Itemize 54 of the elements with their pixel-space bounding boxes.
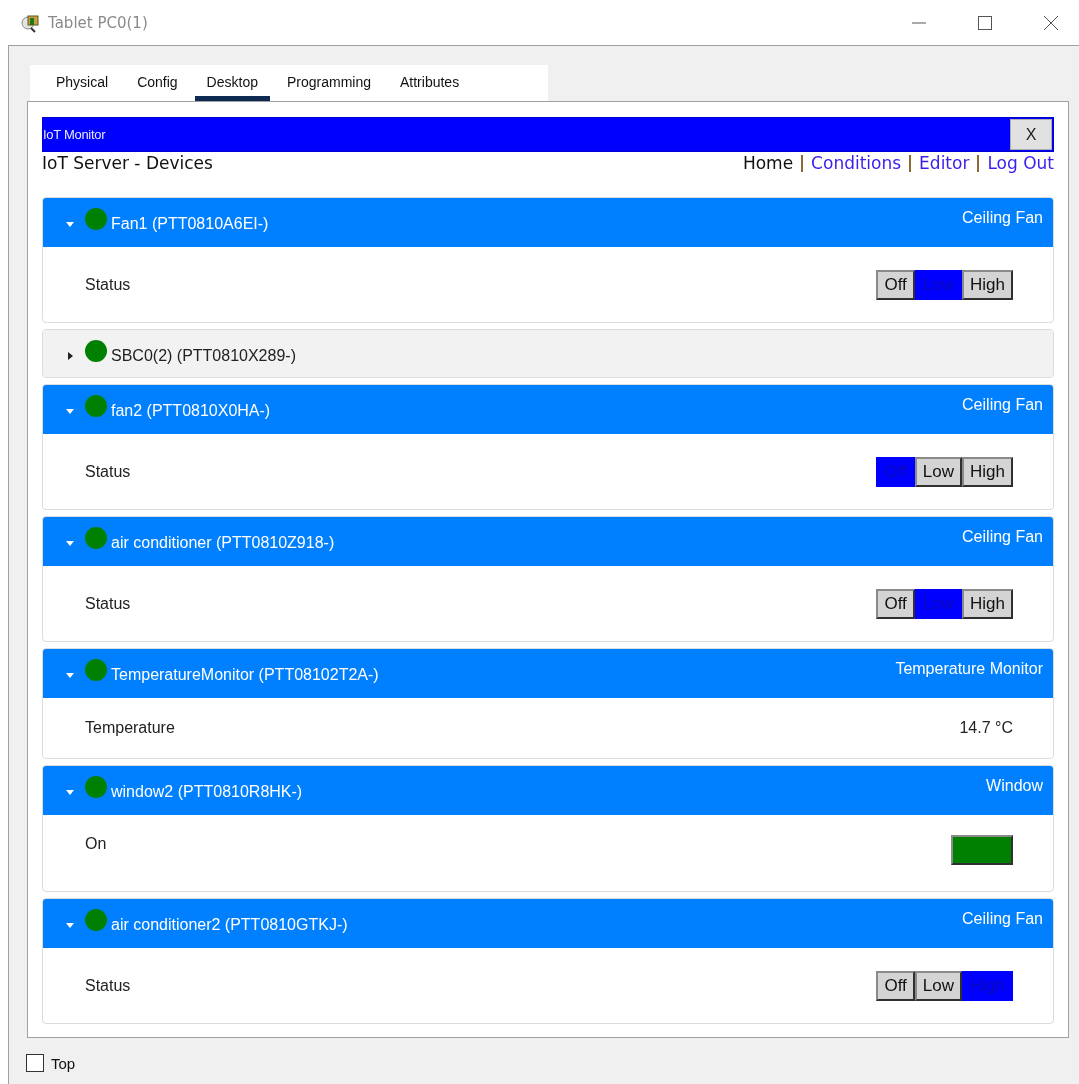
device-type: Ceiling Fan bbox=[962, 209, 1043, 227]
device-type: Temperature Monitor bbox=[895, 660, 1043, 678]
property-label: Status bbox=[85, 462, 131, 481]
device-name: air conditioner (PTT0810Z918-) bbox=[111, 534, 335, 552]
option-button[interactable]: High bbox=[962, 269, 1013, 300]
device-header[interactable]: air conditioner (PTT0810Z918-) Ceiling Fan bbox=[43, 517, 1053, 566]
device-header[interactable]: Fan1 (PTT0810A6EI-) Ceiling Fan bbox=[43, 198, 1053, 247]
option-button[interactable]: Low bbox=[914, 456, 963, 487]
device-name: SBC0(2) (PTT0810X289-) bbox=[111, 347, 296, 365]
device-header[interactable]: SBC0(2) (PTT0810X289-) bbox=[43, 330, 1053, 377]
app-title: IoT Monitor bbox=[43, 127, 106, 142]
property-label: Status bbox=[85, 976, 131, 995]
device-header[interactable]: fan2 (PTT0810X0HA-) Ceiling Fan bbox=[43, 385, 1053, 434]
property-label: On bbox=[85, 835, 107, 853]
option-button[interactable]: High bbox=[962, 456, 1013, 487]
device-type: Ceiling Fan bbox=[962, 396, 1043, 414]
tab[interactable]: Config bbox=[125, 74, 190, 101]
device-type: Window bbox=[986, 777, 1043, 795]
property-value: 14.7 °C bbox=[959, 719, 1013, 737]
nav-link[interactable]: Log Out bbox=[987, 153, 1054, 173]
device-name: TemperatureMonitor (PTT08102T2A-) bbox=[111, 666, 379, 684]
page-heading: IoT Server - Devices bbox=[42, 153, 213, 173]
property-label: Status bbox=[85, 594, 131, 613]
property-label: Status bbox=[85, 275, 131, 294]
nav-link[interactable]: Editor bbox=[919, 153, 970, 173]
device-type: Ceiling Fan bbox=[962, 528, 1043, 546]
tab[interactable]: Programming bbox=[274, 74, 383, 101]
close-button[interactable]: X bbox=[1010, 119, 1052, 150]
device-name: air conditioner2 (PTT0810GTKJ-) bbox=[111, 916, 348, 934]
device-header[interactable]: air conditioner2 (PTT0810GTKJ-) Ceiling Fan bbox=[43, 899, 1053, 948]
device-name: Fan1 (PTT0810A6EI-) bbox=[111, 215, 269, 233]
magnifier-icon bbox=[20, 12, 42, 33]
checkbox[interactable] bbox=[26, 1054, 44, 1072]
option-button[interactable]: Off bbox=[876, 588, 915, 619]
device-name: fan2 (PTT0810X0HA-) bbox=[111, 402, 271, 420]
option-button[interactable]: Off bbox=[876, 970, 915, 1001]
caret-icon[interactable] bbox=[65, 351, 75, 361]
nav-link[interactable]: Home bbox=[742, 153, 794, 173]
device-header[interactable]: TemperatureMonitor (PTT08102T2A-) Temperature Monitor bbox=[43, 649, 1053, 698]
maximize-icon[interactable] bbox=[977, 14, 993, 31]
close-icon[interactable] bbox=[1043, 14, 1059, 31]
property-label: Temperature bbox=[85, 719, 175, 737]
window-title: Tablet PC0(1) bbox=[48, 13, 148, 32]
tab[interactable]: Physical bbox=[44, 74, 121, 101]
tab[interactable]: Attributes bbox=[388, 74, 472, 101]
option-button[interactable]: Low bbox=[914, 970, 963, 1001]
device-header[interactable]: window2 (PTT0810R8HK-) Window bbox=[43, 766, 1053, 815]
nav-link[interactable]: Conditions bbox=[811, 153, 902, 173]
device-name: window2 (PTT0810R8HK-) bbox=[111, 783, 303, 801]
option-button[interactable]: Off bbox=[876, 269, 915, 300]
option-button[interactable]: High bbox=[962, 588, 1013, 619]
device-type: Ceiling Fan bbox=[962, 910, 1043, 928]
checkbox-label: Top bbox=[51, 1054, 76, 1072]
toggle-button[interactable] bbox=[951, 835, 1013, 865]
